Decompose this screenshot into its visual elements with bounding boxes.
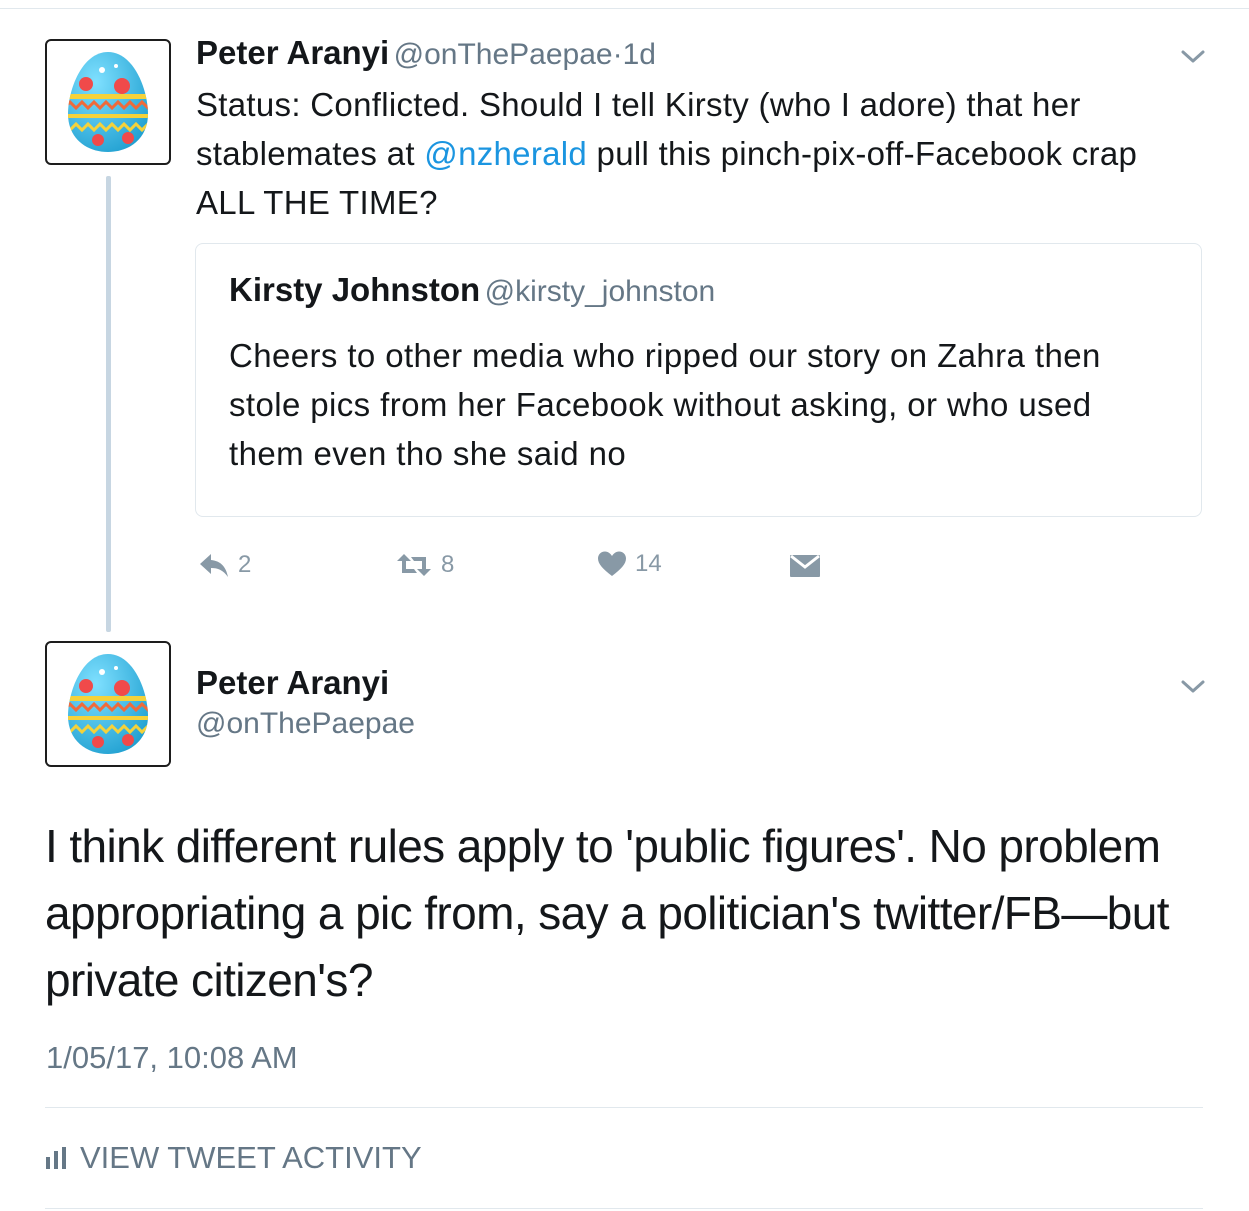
parent-tweet-header: Peter Aranyi @onThePaepae·1d (196, 34, 656, 72)
reply-count: 2 (238, 551, 252, 578)
heart-icon (598, 551, 626, 576)
retweet-count: 8 (441, 551, 455, 578)
easter-egg-avatar-image (68, 52, 148, 152)
activity-label: VIEW TWEET ACTIVITY (80, 1140, 422, 1175)
like-button[interactable]: 14 (597, 550, 662, 578)
retweet-icon (397, 554, 431, 576)
focused-tweet-text: I think different rules apply to 'public… (45, 820, 1169, 1006)
separator-dot: · (612, 38, 623, 71)
avatar[interactable] (45, 39, 171, 165)
mention-link[interactable]: @nzherald (424, 135, 587, 172)
top-divider (0, 8, 1249, 9)
retweet-button[interactable]: 8 (395, 550, 454, 580)
bar-chart-icon (46, 1147, 66, 1169)
easter-egg-avatar-image (68, 654, 148, 754)
direct-message-button[interactable] (789, 552, 821, 578)
tweet-age[interactable]: 1d (623, 38, 656, 71)
avatar[interactable] (45, 641, 171, 767)
quoted-handle: @kirsty_johnston (484, 275, 716, 308)
thread-connector-line (106, 176, 111, 632)
quoted-tweet-header: Kirsty Johnston @kirsty_johnston (229, 271, 715, 309)
chevron-down-icon[interactable] (1178, 46, 1208, 68)
reply-icon (200, 554, 228, 577)
display-name[interactable]: Peter Aranyi (196, 664, 389, 702)
tweet-timestamp[interactable]: 1/05/17, 10:08 AM (46, 1040, 298, 1076)
view-tweet-activity-link[interactable]: VIEW TWEET ACTIVITY (46, 1140, 422, 1176)
handle[interactable]: @onThePaepae (196, 707, 415, 741)
handle[interactable]: @onThePaepae (394, 38, 613, 71)
chevron-down-icon[interactable] (1178, 676, 1208, 698)
envelope-icon (790, 554, 820, 577)
quoted-display-name: Kirsty Johnston (229, 271, 481, 308)
parent-tweet-text: Status: Conflicted. Should I tell Kirsty… (196, 80, 1196, 227)
display-name[interactable]: Peter Aranyi (196, 34, 389, 71)
like-count: 14 (635, 550, 662, 577)
quoted-tweet-text: Cheers to other media who ripped our sto… (229, 337, 1101, 472)
reply-button[interactable]: 2 (198, 550, 251, 580)
quoted-tweet-card[interactable]: Kirsty Johnston @kirsty_johnston Cheers … (195, 243, 1202, 517)
divider (45, 1208, 1203, 1209)
divider (45, 1107, 1203, 1108)
